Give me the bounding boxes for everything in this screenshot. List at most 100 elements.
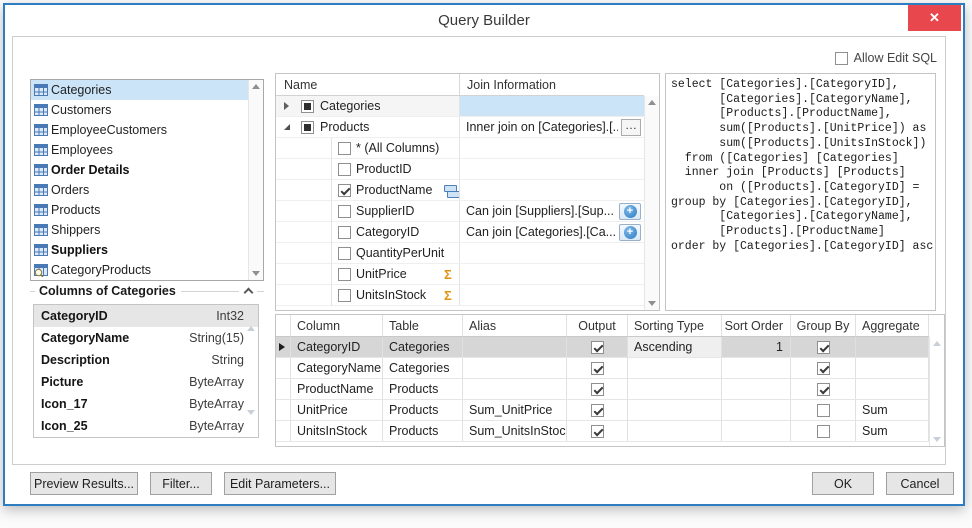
output-checkbox[interactable]	[590, 361, 604, 375]
cell-aggregate[interactable]	[856, 379, 929, 399]
scroll-up-icon[interactable]	[247, 309, 255, 331]
cell-sorting-type[interactable]	[628, 379, 722, 399]
join-cell[interactable]	[459, 264, 644, 284]
column-row[interactable]: CategoryName String(15)	[34, 327, 258, 349]
join-cell[interactable]	[459, 138, 644, 158]
grid-row-unitprice[interactable]: UnitPrice Products Sum_UnitPrice Sum	[276, 400, 929, 421]
join-cell[interactable]	[459, 159, 644, 179]
cell-sort-order[interactable]	[722, 379, 791, 399]
table-list-item-order-details[interactable]: Order Details	[31, 160, 248, 180]
cell-aggregate[interactable]: Sum	[856, 400, 929, 420]
tree-row-productname[interactable]: ProductName	[276, 180, 644, 201]
table-list-item-employeecustomers[interactable]: EmployeeCustomers	[31, 120, 248, 140]
column-row[interactable]: CategoryID Int32	[34, 305, 258, 327]
close-button[interactable]: ✕	[908, 5, 961, 31]
cell-sorting-type[interactable]	[628, 400, 722, 420]
cell-sort-order[interactable]	[722, 358, 791, 378]
group-by-checkbox[interactable]	[816, 382, 830, 396]
grid-row-unitsinstock[interactable]: UnitsInStock Products Sum_UnitsInStock S…	[276, 421, 929, 442]
edit-parameters-button[interactable]: Edit Parameters...	[224, 472, 336, 495]
cell-column[interactable]: CategoryID	[291, 337, 383, 357]
column-row[interactable]: Icon_17 ByteArray	[34, 393, 258, 415]
cell-sort-order[interactable]	[722, 421, 791, 441]
tree-row-quantityperunit[interactable]: QuantityPerUnit	[276, 243, 644, 264]
output-checkbox[interactable]	[590, 424, 604, 438]
field-checkbox[interactable]	[338, 162, 351, 176]
group-by-checkbox[interactable]	[816, 340, 830, 354]
cell-table[interactable]: Products	[383, 421, 463, 441]
table-list-item-employees[interactable]: Employees	[31, 140, 248, 160]
output-checkbox[interactable]	[590, 382, 604, 396]
group-by-checkbox[interactable]	[816, 424, 830, 438]
table-list-item-products[interactable]: Products	[31, 200, 248, 220]
tree-row-categoryid[interactable]: CategoryID Can join [Categories].[Ca... …	[276, 222, 644, 243]
tree-row-supplierid[interactable]: SupplierID Can join [Suppliers].[Sup... …	[276, 201, 644, 222]
output-checkbox[interactable]	[590, 403, 604, 417]
collapse-chevron-icon[interactable]	[243, 287, 254, 298]
scroll-up-icon[interactable]	[933, 341, 941, 346]
header-alias[interactable]: Alias	[463, 315, 567, 336]
cell-sorting-type[interactable]: Ascending	[628, 337, 722, 357]
tree-row-all-columns[interactable]: * (All Columns)	[276, 138, 644, 159]
scroll-down-icon[interactable]	[933, 437, 941, 442]
scroll-down-icon[interactable]	[252, 271, 260, 276]
field-checkbox[interactable]	[338, 246, 351, 260]
field-checkbox[interactable]	[338, 225, 351, 239]
cell-sorting-type[interactable]	[628, 421, 722, 441]
scroll-up-icon[interactable]	[252, 84, 260, 89]
group-by-checkbox[interactable]	[816, 403, 830, 417]
scroll-up-icon[interactable]	[648, 100, 656, 105]
header-sorting-type[interactable]: Sorting Type	[628, 315, 722, 336]
join-cell[interactable]	[459, 180, 644, 200]
cell-alias[interactable]	[463, 358, 567, 378]
grid-row-categoryname[interactable]: CategoryName Categories	[276, 358, 929, 379]
table-list-item-shippers[interactable]: Shippers	[31, 220, 248, 240]
cell-alias[interactable]	[463, 379, 567, 399]
join-cell[interactable]	[459, 285, 644, 305]
output-checkbox[interactable]	[590, 340, 604, 354]
cell-column[interactable]: UnitPrice	[291, 400, 383, 420]
scroll-down-icon[interactable]	[247, 410, 255, 433]
column-row[interactable]: Icon_25 ByteArray	[34, 415, 258, 437]
table-list-item-customers[interactable]: Customers	[31, 100, 248, 120]
cell-table[interactable]: Categories	[383, 358, 463, 378]
tree-row-categories[interactable]: Categories	[276, 96, 644, 117]
table-checkbox[interactable]	[301, 120, 314, 134]
tree-row-unitprice[interactable]: UnitPrice Σ	[276, 264, 644, 285]
join-cell[interactable]: Can join [Suppliers].[Sup... +	[459, 201, 644, 221]
table-list-item-categoryproducts[interactable]: CategoryProducts	[31, 260, 248, 280]
grid-row-productname[interactable]: ProductName Products	[276, 379, 929, 400]
scroll-down-icon[interactable]	[648, 301, 656, 306]
join-cell[interactable]: Can join [Categories].[Ca... +	[459, 222, 644, 242]
header-table[interactable]: Table	[383, 315, 463, 336]
field-checkbox[interactable]	[338, 183, 351, 197]
allow-edit-sql-checkbox[interactable]	[834, 51, 848, 65]
tree-row-products[interactable]: Products Inner join on [Categories].[...…	[276, 117, 644, 138]
cell-column[interactable]: ProductName	[291, 379, 383, 399]
table-list-item-suppliers[interactable]: Suppliers	[31, 240, 248, 260]
cell-table[interactable]: Categories	[383, 337, 463, 357]
allow-edit-sql-toggle[interactable]: Allow Edit SQL	[834, 51, 937, 65]
join-cell[interactable]	[459, 96, 644, 116]
header-aggregate[interactable]: Aggregate	[856, 315, 929, 336]
preview-results-button[interactable]: Preview Results...	[30, 472, 138, 495]
cell-aggregate[interactable]: Sum	[856, 421, 929, 441]
cell-sort-order[interactable]: 1	[722, 337, 791, 357]
add-join-button[interactable]: +	[619, 224, 641, 241]
column-row[interactable]: Description String	[34, 349, 258, 371]
table-checkbox[interactable]	[301, 99, 314, 113]
header-group-by[interactable]: Group By	[791, 315, 856, 336]
header-sort-order[interactable]: Sort Order	[722, 315, 791, 336]
add-join-button[interactable]: +	[619, 203, 641, 220]
field-checkbox[interactable]	[338, 141, 351, 155]
tree-row-productid[interactable]: ProductID	[276, 159, 644, 180]
fields-tree-scrollbar[interactable]	[644, 96, 659, 310]
cell-sorting-type[interactable]	[628, 358, 722, 378]
tree-row-unitsinstock[interactable]: UnitsInStock Σ	[276, 285, 644, 306]
cell-column[interactable]: UnitsInStock	[291, 421, 383, 441]
column-row[interactable]: Picture ByteArray	[34, 371, 258, 393]
result-grid-scrollbar[interactable]	[929, 337, 944, 446]
filter-button[interactable]: Filter...	[150, 472, 212, 495]
expander-expanded-icon[interactable]	[284, 124, 290, 130]
join-cell[interactable]	[459, 243, 644, 263]
